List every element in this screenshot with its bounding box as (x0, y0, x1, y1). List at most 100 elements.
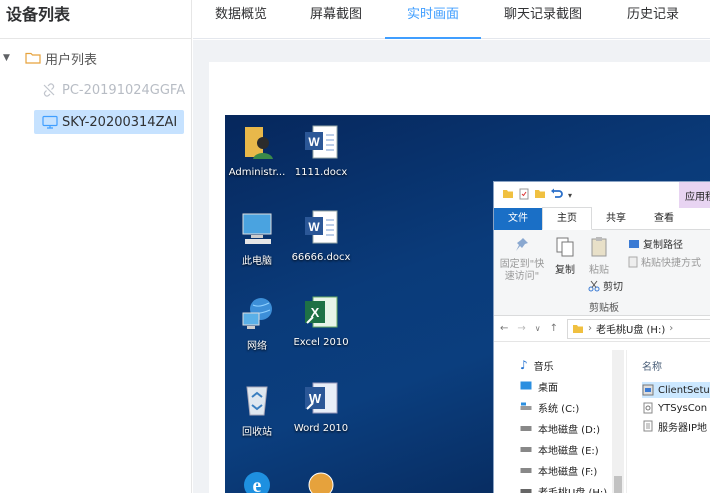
device-name: SKY-20200314ZAI (62, 114, 178, 130)
usb-drive-icon (520, 489, 532, 493)
column-header-name[interactable]: 名称 (642, 358, 662, 373)
user-folder-icon (237, 123, 277, 163)
desktop-icon-word-2010[interactable]: W Word 2010 (289, 379, 353, 434)
desktop-icon (520, 381, 532, 390)
excel-icon: X (301, 293, 341, 333)
undo-icon[interactable] (550, 188, 564, 203)
drive-icon (520, 468, 532, 473)
desktop-icon-network[interactable]: 网络 (225, 293, 289, 352)
desktop-icon-ie[interactable]: e (225, 463, 289, 493)
device-sidebar: 设备列表 ▼ 用户列表 PC-20191024GGFA SKY-20200314… (0, 0, 192, 493)
chevron-down-icon[interactable]: ▾ (568, 191, 572, 200)
paste-icon (591, 237, 607, 257)
disconnected-link-icon (42, 83, 58, 97)
music-icon: ♪ (520, 358, 528, 372)
file-row[interactable]: ClientSetu (642, 382, 710, 398)
tab-history[interactable]: 历史记录 (625, 0, 681, 39)
svg-text:e: e (253, 475, 262, 493)
desktop-icon-66666-docx[interactable]: W 66666.docx (289, 208, 353, 263)
pin-icon (516, 238, 528, 251)
svg-text:W: W (308, 220, 320, 234)
tab-screenshots[interactable]: 屏幕截图 (308, 0, 364, 39)
app: 设备列表 ▼ 用户列表 PC-20191024GGFA SKY-20200314… (0, 0, 710, 493)
tree-root-label: 用户列表 (45, 52, 98, 68)
ribbon-tab-file[interactable]: 文件 (494, 207, 542, 230)
paste-shortcut-icon (628, 256, 638, 267)
ie-browser-icon: e (237, 463, 277, 493)
chevron-down-icon[interactable]: ∨ (535, 324, 541, 333)
address-path-text: 老毛桃U盘 (H:) (596, 325, 666, 336)
address-path[interactable]: › 老毛桃U盘 (H:) › (567, 318, 710, 339)
copy-button[interactable]: 复制 (552, 236, 578, 276)
paste-shortcut-button[interactable]: 粘贴快捷方式 (628, 254, 701, 269)
back-arrow-icon[interactable]: ← (500, 323, 508, 334)
tree-root-users[interactable]: ▼ 用户列表 (0, 47, 190, 69)
ribbon-tab-view[interactable]: 查看 (640, 208, 688, 230)
tab-chat-screenshots[interactable]: 聊天记录截图 (501, 0, 585, 39)
up-arrow-icon[interactable]: ↑ (550, 323, 558, 334)
desktop-icon-tool[interactable] (289, 463, 353, 493)
word-doc-icon: W (301, 123, 341, 163)
remote-screen[interactable]: Administr... W 1111.docx 此电脑 W 66666.doc… (225, 115, 710, 493)
scrollbar-thumb[interactable] (614, 476, 622, 493)
word-doc-icon: W (301, 208, 341, 248)
file-row[interactable]: 服务器IP地 (642, 418, 707, 434)
copy-path-icon (629, 239, 639, 248)
nav-item-drive-e[interactable]: 本地磁盘 (E:) (520, 440, 599, 458)
nav-item-drive-c[interactable]: 系统 (C:) (520, 398, 579, 416)
caret-down-icon[interactable]: ▼ (3, 53, 13, 63)
desktop-icon-recycle-bin[interactable]: 回收站 (225, 379, 289, 438)
file-list-pane: 名称 ClientSetu YTSysCon 服务器IP地 (642, 350, 710, 493)
view-tabs: 数据概览 屏幕截图 实时画面 聊天记录截图 历史记录 (193, 0, 710, 39)
paste-button[interactable]: 粘贴 (586, 236, 612, 276)
quick-access-toolbar: ▾ (494, 182, 710, 208)
ribbon-home: 固定到"快速访问" 复制 粘贴 复制路径 粘贴快捷方式 剪切 剪贴板 (494, 230, 710, 316)
nav-item-music[interactable]: ♪ 音乐 (520, 356, 554, 374)
copy-path-button[interactable]: 复制路径 (628, 236, 683, 251)
scissors-icon (588, 280, 600, 291)
navigation-pane: ♪ 音乐 桌面 系统 (C:) 本地磁盘 (D:) 本地磁盘 (E:) 本地磁盘… (494, 350, 627, 493)
installer-icon (642, 384, 654, 396)
text-file-icon (643, 420, 653, 432)
content-area: Administr... W 1111.docx 此电脑 W 66666.doc… (193, 40, 710, 493)
file-explorer-window[interactable]: ▾ 应用程 文件 主页 共享 查看 固定到"快速访问" (493, 181, 710, 493)
forward-arrow-icon[interactable]: → (517, 323, 525, 334)
device-name: PC-20191024GGFA (62, 82, 186, 98)
file-row[interactable]: YTSysCon (642, 400, 707, 416)
live-view-panel: Administr... W 1111.docx 此电脑 W 66666.doc… (209, 62, 710, 493)
ribbon-tab-home[interactable]: 主页 (542, 207, 592, 230)
ribbon-tab-share[interactable]: 共享 (592, 208, 640, 230)
nav-item-desktop[interactable]: 桌面 (520, 377, 558, 395)
folder-icon[interactable] (502, 188, 514, 203)
ribbon-tabs: 文件 主页 共享 查看 (494, 207, 710, 230)
nav-item-drive-f[interactable]: 本地磁盘 (F:) (520, 461, 597, 479)
tab-live-view[interactable]: 实时画面 (385, 0, 481, 39)
word-app-icon: W (301, 379, 341, 419)
cut-button[interactable]: 剪切 (588, 278, 623, 293)
copy-icon (556, 237, 574, 257)
device-node-offline[interactable]: PC-20191024GGFA (34, 78, 192, 102)
nav-item-drive-d[interactable]: 本地磁盘 (D:) (520, 419, 600, 437)
system-drive-icon (520, 402, 532, 410)
desktop-icon-administrator[interactable]: Administr... (225, 123, 289, 178)
desktop-icon-excel-2010[interactable]: X Excel 2010 (289, 293, 353, 348)
tool-app-icon (301, 463, 341, 493)
desktop-icon-this-pc[interactable]: 此电脑 (225, 208, 289, 267)
context-tab-app-tools[interactable]: 应用程 (679, 182, 710, 208)
network-icon (237, 293, 277, 333)
monitor-icon (42, 115, 58, 129)
clipboard-group-label: 剪贴板 (589, 303, 619, 314)
properties-icon[interactable] (518, 188, 530, 203)
folder-icon (25, 52, 41, 64)
nav-item-usb-h[interactable]: 老毛桃U盘 (H:) (520, 482, 607, 493)
drive-icon (520, 447, 532, 452)
recycle-bin-icon (237, 379, 277, 419)
address-bar: ← → ∨ ↑ › 老毛桃U盘 (H:) › (494, 316, 710, 342)
new-folder-icon[interactable] (534, 188, 546, 203)
tab-data-overview[interactable]: 数据概览 (213, 0, 269, 39)
nav-scrollbar[interactable] (612, 350, 624, 493)
desktop-icon-1111-docx[interactable]: W 1111.docx (289, 123, 353, 178)
pin-quick-access-button[interactable]: 固定到"快速访问" (498, 236, 548, 283)
sidebar-title: 设备列表 (0, 0, 191, 39)
device-node-online[interactable]: SKY-20200314ZAI (34, 110, 184, 134)
